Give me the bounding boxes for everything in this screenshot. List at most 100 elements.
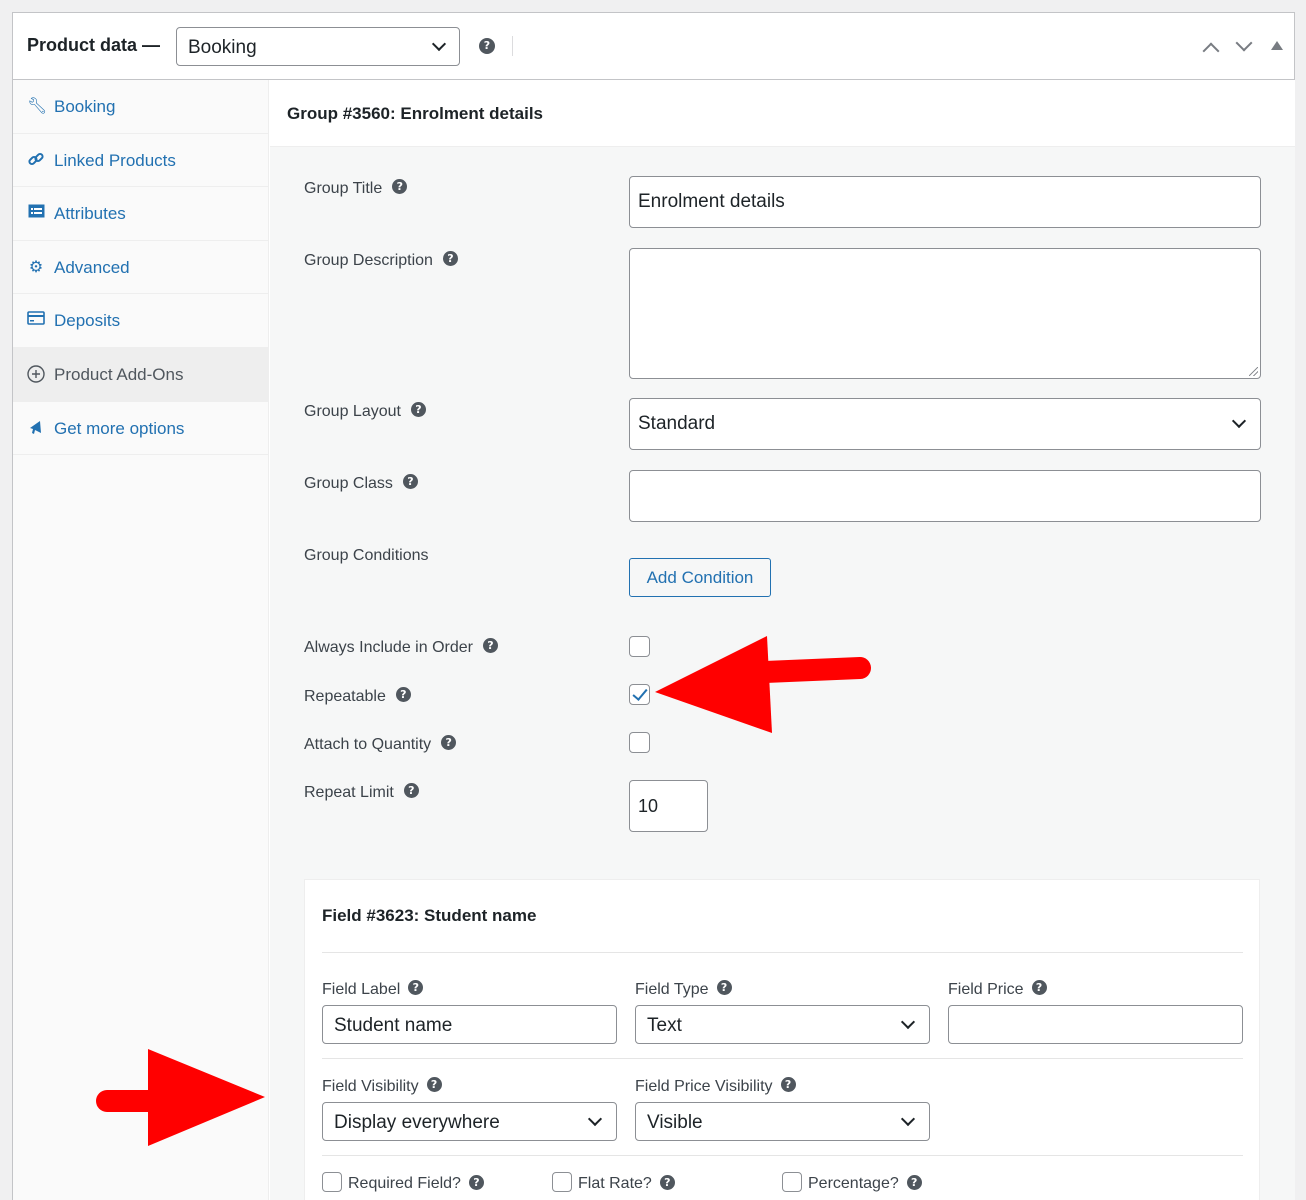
- group-layout-value: Standard: [638, 413, 716, 434]
- repeat-limit-input[interactable]: 10: [629, 780, 708, 832]
- tab-label: Linked Products: [54, 150, 176, 170]
- card-icon: [27, 311, 45, 329]
- group-description-label: Group Description: [304, 252, 433, 269]
- help-icon[interactable]: ?: [408, 980, 424, 996]
- help-icon[interactable]: ?: [442, 251, 458, 267]
- move-down-icon[interactable]: [1235, 34, 1253, 52]
- percentage-option[interactable]: Percentage??: [782, 1172, 922, 1194]
- annotation-arrow-left-icon: [655, 636, 871, 733]
- tab-label: Attributes: [54, 204, 126, 224]
- help-icon[interactable]: ?: [395, 687, 411, 703]
- help-icon[interactable]: ?: [410, 402, 426, 418]
- tab-label: Booking: [54, 97, 116, 116]
- group-class-label: Group Class: [304, 475, 393, 492]
- group-layout-label: Group Layout: [304, 403, 401, 420]
- add-condition-button[interactable]: Add Condition: [629, 558, 771, 597]
- help-icon[interactable]: ?: [479, 38, 495, 54]
- divider: [322, 1155, 1243, 1156]
- help-icon[interactable]: ?: [426, 1077, 442, 1093]
- required-field-checkbox[interactable]: [322, 1172, 342, 1192]
- attach-quantity-label: Attach to Quantity: [304, 736, 432, 753]
- field-price-visibility-label-row: Field Price Visibility?: [635, 1077, 796, 1096]
- field-type-value: Text: [647, 1015, 682, 1036]
- divider: [322, 952, 1243, 953]
- tab-label: Get more options: [54, 418, 185, 438]
- field-type-select[interactable]: Text: [635, 1005, 930, 1044]
- tab-linked-products[interactable]: Linked Products: [13, 134, 268, 188]
- group-description-textarea[interactable]: [629, 248, 1261, 379]
- group-layout-select[interactable]: Standard: [629, 398, 1261, 450]
- field-label-label-row: Field Label?: [322, 980, 424, 999]
- field-type-label: Field Type: [635, 981, 709, 998]
- product-type-select[interactable]: Booking: [176, 27, 460, 66]
- group-class-label-row: Group Class?: [304, 474, 418, 493]
- field-visibility-label: Field Visibility: [322, 1078, 419, 1095]
- tab-product-add-ons[interactable]: Product Add-Ons: [13, 347, 268, 402]
- help-icon[interactable]: ?: [906, 1174, 922, 1190]
- flat-rate-checkbox[interactable]: [552, 1172, 572, 1192]
- product-type-value: Booking: [188, 37, 257, 58]
- group-conditions-label: Group Conditions: [304, 547, 429, 564]
- field-label-label: Field Label: [322, 981, 401, 998]
- always-include-label: Always Include in Order: [304, 639, 473, 656]
- group-heading: Group #3560: Enrolment details: [287, 104, 544, 123]
- chevron-down-icon: [431, 36, 447, 52]
- tab-get-more-options[interactable]: Get more options: [13, 402, 268, 456]
- tab-label: Product Add-Ons: [54, 364, 184, 384]
- tab-label: Deposits: [54, 311, 121, 331]
- annotation-arrow-right-icon: [96, 1049, 265, 1146]
- product-data-header: Product data — Booking ?: [13, 13, 1294, 80]
- field-heading: Field #3623: Student name: [322, 906, 537, 925]
- field-label-value: Student name: [334, 1015, 453, 1036]
- chevron-down-icon: [900, 1014, 916, 1030]
- tab-booking[interactable]: 🔧︎ Booking: [13, 80, 268, 134]
- flat-rate-label: Flat Rate?: [578, 1175, 652, 1193]
- field-price-visibility-select[interactable]: Visible: [635, 1102, 930, 1141]
- product-data-title: Product data —: [27, 35, 161, 55]
- group-title-input[interactable]: Enrolment details: [629, 176, 1261, 228]
- field-label-input[interactable]: Student name: [322, 1005, 617, 1044]
- attach-quantity-label-row: Attach to Quantity?: [304, 735, 457, 754]
- group-class-input[interactable]: [629, 470, 1261, 522]
- field-price-visibility-label: Field Price Visibility: [635, 1078, 773, 1095]
- help-icon[interactable]: ?: [441, 735, 457, 751]
- tab-attributes[interactable]: Attributes: [13, 187, 268, 241]
- group-header[interactable]: Group #3560: Enrolment details: [270, 80, 1295, 147]
- product-data-tabs: 🔧︎ Booking Linked Products Attributes ⚙ …: [13, 80, 269, 1200]
- move-up-icon[interactable]: [1202, 42, 1220, 60]
- required-field-option[interactable]: Required Field??: [322, 1172, 484, 1194]
- resize-handle-icon[interactable]: [1249, 367, 1258, 376]
- chevron-down-icon: [587, 1111, 603, 1127]
- help-icon[interactable]: ?: [403, 783, 419, 799]
- field-visibility-select[interactable]: Display everywhere: [322, 1102, 617, 1141]
- plus-circle-icon: [27, 365, 45, 383]
- help-icon[interactable]: ?: [468, 1174, 484, 1190]
- field-price-label: Field Price: [948, 981, 1024, 998]
- chevron-down-icon: [1231, 413, 1247, 429]
- repeatable-checkbox[interactable]: [629, 684, 650, 705]
- help-icon[interactable]: ?: [402, 474, 418, 490]
- field-price-input[interactable]: [948, 1005, 1243, 1044]
- field-visibility-value: Display everywhere: [334, 1112, 500, 1133]
- group-conditions-label-row: Group Conditions: [304, 547, 429, 565]
- repeatable-label-row: Repeatable?: [304, 687, 411, 706]
- help-icon[interactable]: ?: [780, 1077, 796, 1093]
- flat-rate-option[interactable]: Flat Rate??: [552, 1172, 675, 1194]
- help-icon[interactable]: ?: [716, 980, 732, 996]
- gear-icon: ⚙: [28, 256, 44, 276]
- attach-quantity-checkbox[interactable]: [629, 732, 650, 753]
- tab-advanced[interactable]: ⚙ Advanced: [13, 241, 268, 295]
- field-price-label-row: Field Price?: [948, 980, 1047, 999]
- help-icon[interactable]: ?: [482, 638, 498, 654]
- chevron-down-icon: [900, 1111, 916, 1127]
- percentage-checkbox[interactable]: [782, 1172, 802, 1192]
- help-icon[interactable]: ?: [659, 1174, 675, 1190]
- divider: [322, 1058, 1243, 1059]
- help-icon[interactable]: ?: [392, 179, 408, 195]
- collapse-toggle-icon[interactable]: [1271, 41, 1283, 50]
- always-include-checkbox[interactable]: [629, 636, 650, 657]
- required-field-label: Required Field?: [348, 1175, 461, 1193]
- field-type-label-row: Field Type?: [635, 980, 732, 999]
- help-icon[interactable]: ?: [1031, 980, 1047, 996]
- tab-deposits[interactable]: Deposits: [13, 294, 268, 348]
